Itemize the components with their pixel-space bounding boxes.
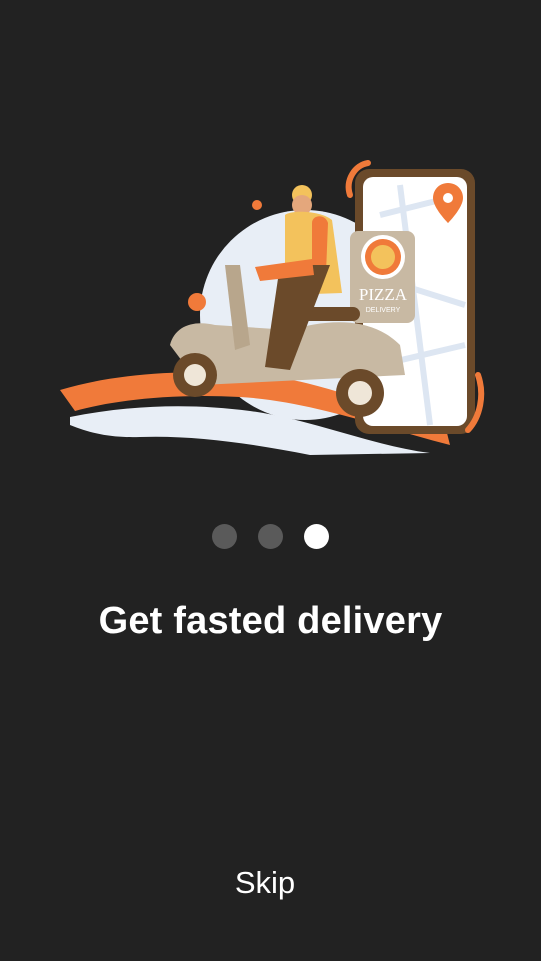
page-dot-1[interactable] <box>212 524 237 549</box>
skip-button[interactable]: Skip <box>210 860 320 904</box>
pizza-box-illustration: PIZZA DELIVERY <box>350 231 415 323</box>
pizza-delivery-scooter-illustration: PIZZA DELIVERY <box>60 160 485 455</box>
onboarding-screen: PIZZA DELIVERY Get fasted delivery Skip <box>0 0 541 961</box>
onboarding-headline: Get fasted delivery <box>98 600 443 642</box>
page-dot-2[interactable] <box>258 524 283 549</box>
decor-dot <box>252 200 262 210</box>
page-dot-3-active[interactable] <box>304 524 329 549</box>
decor-dot <box>188 293 206 311</box>
pizza-box-sublabel: DELIVERY <box>366 307 401 314</box>
page-indicator <box>0 524 541 549</box>
pizza-box-label: PIZZA <box>359 285 408 304</box>
